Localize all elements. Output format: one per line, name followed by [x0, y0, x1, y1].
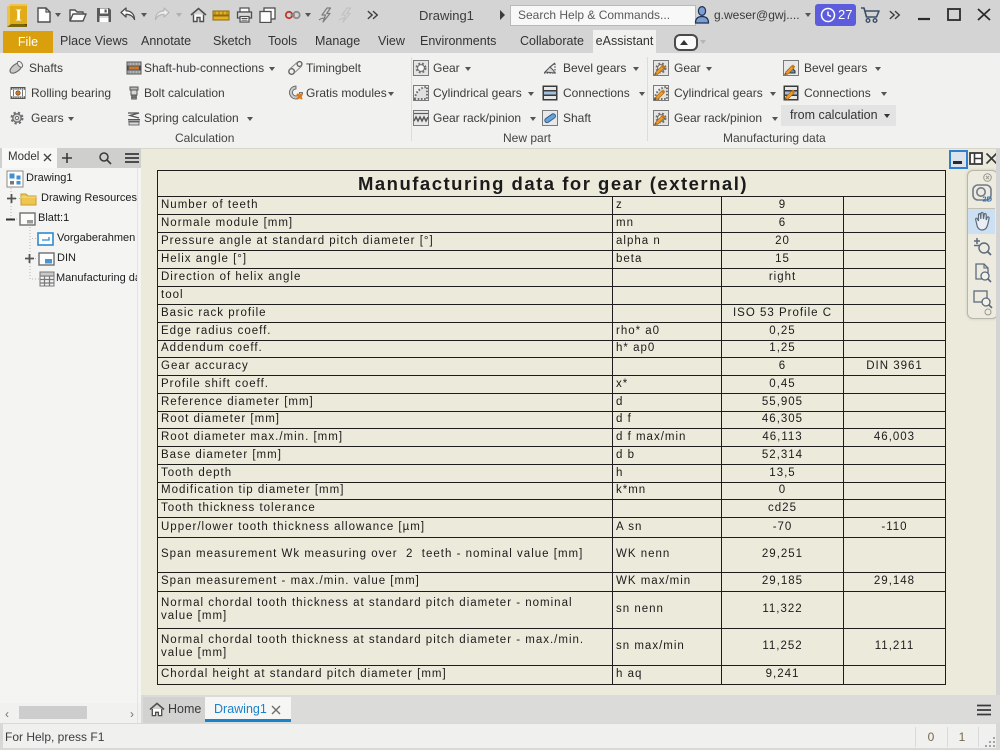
svg-text:2D: 2D — [983, 195, 993, 204]
svg-text:I: I — [15, 6, 22, 25]
